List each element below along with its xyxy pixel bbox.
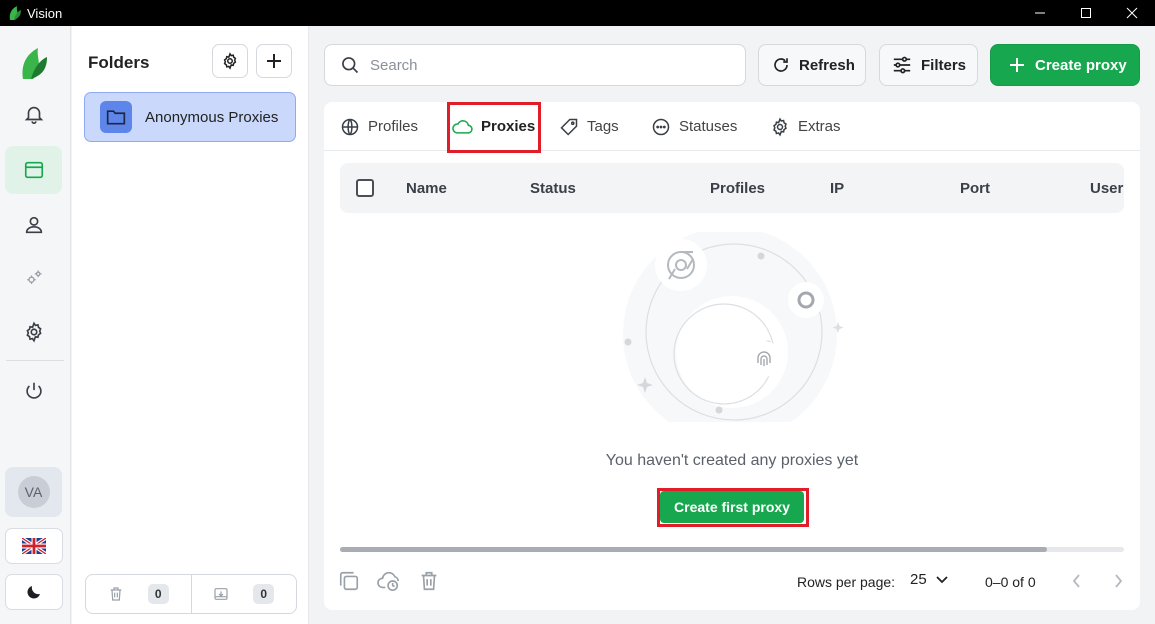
trash-button[interactable]: 0 [86,575,191,613]
tab-tags[interactable]: Tags [559,102,619,151]
theme-toggle-button[interactable] [5,574,63,610]
filters-button[interactable]: Filters [879,44,978,86]
user-menu[interactable]: VA [5,467,62,517]
plus-icon [266,53,282,69]
chevron-left-icon [1070,572,1084,590]
vision-logo-icon [8,5,22,21]
gear-icon [221,52,239,70]
gears-icon [24,268,44,288]
browser-window-icon [23,159,45,181]
refresh-label: Refresh [799,56,855,74]
moon-icon [25,583,43,601]
column-ip[interactable]: IP [830,163,844,213]
previous-page-button[interactable] [1070,572,1084,590]
rail-divider [6,360,64,361]
settings-button[interactable] [5,308,62,356]
minimize-button[interactable] [1017,0,1063,26]
tab-statuses[interactable]: Statuses [651,102,737,151]
scrollbar-thumb[interactable] [340,547,1047,552]
ellipsis-circle-icon [651,117,671,137]
brand-logo-icon [19,46,49,80]
table-header: Name Status Profiles IP Port Usern [340,163,1124,213]
folder-actions-bar: 0 0 [85,574,297,614]
language-button[interactable] [5,528,63,564]
column-status[interactable]: Status [530,163,576,213]
create-proxy-button[interactable]: Create proxy [990,44,1140,86]
horizontal-scrollbar[interactable] [340,547,1124,552]
search-icon [340,55,360,75]
close-button[interactable] [1109,0,1155,26]
proxies-card: Profiles Proxies Tags Statuses Extras Na… [324,102,1140,610]
archive-button[interactable]: 0 [190,575,297,613]
power-button[interactable] [5,367,62,415]
refresh-icon [772,56,790,74]
rows-per-page-label: Rows per page: [797,574,896,590]
account-button[interactable] [5,201,62,249]
trash-icon [108,586,124,602]
plus-icon [1009,57,1025,73]
gear-icon [770,116,790,137]
sliders-icon [892,56,912,74]
tab-label: Extras [798,118,841,135]
gear-icon [23,321,45,343]
create-proxy-label: Create proxy [1035,56,1127,74]
icon-rail: VA [0,26,71,624]
automation-button[interactable] [5,254,62,302]
power-icon [23,380,45,402]
globe-icon [340,117,360,137]
browser-profiles-button[interactable] [5,146,62,194]
column-username[interactable]: Usern [1090,163,1124,213]
page-info: 0–0 of 0 [985,574,1036,590]
folders-panel: Folders Anonymous Proxies 0 0 [72,26,309,624]
column-profiles[interactable]: Profiles [710,163,765,213]
notifications-button[interactable] [5,90,62,138]
filters-label: Filters [921,56,967,74]
chevron-down-icon [935,575,949,585]
tab-extras[interactable]: Extras [770,102,841,151]
folder-icon [100,101,132,133]
tag-icon [559,117,579,137]
button-highlight-box [657,488,809,527]
empty-state-illustration [623,232,844,422]
folder-settings-button[interactable] [212,44,248,78]
trash-icon[interactable] [418,570,440,592]
column-name[interactable]: Name [406,163,447,213]
refresh-button[interactable]: Refresh [758,44,866,86]
cloud-sync-icon[interactable] [376,570,402,592]
uk-flag-icon [22,538,46,554]
tab-label: Statuses [679,118,738,135]
folders-title: Folders [88,53,150,72]
empty-state-message: You haven't created any proxies yet [605,452,859,469]
title-bar: Vision [0,0,1155,26]
rows-per-page-select[interactable]: 25 [910,571,949,588]
avatar: VA [17,476,50,508]
column-port[interactable]: Port [960,163,990,213]
archive-icon [213,586,229,602]
rows-per-page-value: 25 [910,571,927,588]
add-folder-button[interactable] [256,44,292,78]
tab-label: Tags [587,118,619,135]
maximize-button[interactable] [1063,0,1109,26]
search-input[interactable] [370,56,730,74]
select-all-checkbox[interactable] [356,179,374,197]
archive-count: 0 [253,584,275,604]
next-page-button[interactable] [1111,572,1125,590]
copy-icon[interactable] [338,570,360,592]
tab-profiles[interactable]: Profiles [340,102,418,151]
window-title: Vision [27,6,63,21]
bell-icon [23,103,45,125]
user-icon [23,214,45,236]
trash-count: 0 [147,584,169,604]
folder-label: Anonymous Proxies [145,108,279,126]
tab-highlight-box [447,102,541,153]
tab-label: Profiles [368,118,419,135]
chevron-right-icon [1111,572,1125,590]
folder-item-anonymous-proxies[interactable]: Anonymous Proxies [84,92,296,142]
search-box[interactable] [324,44,746,86]
